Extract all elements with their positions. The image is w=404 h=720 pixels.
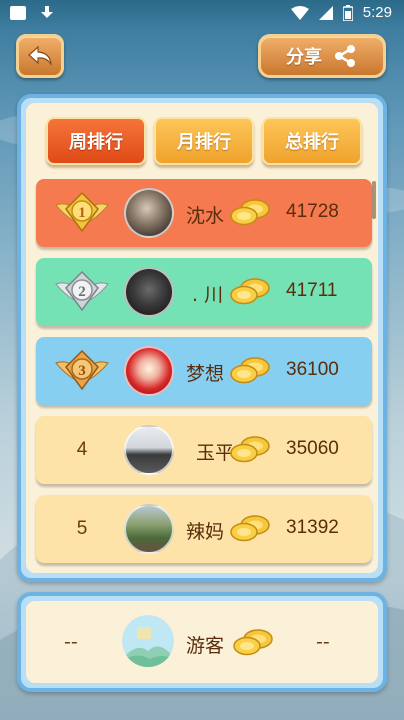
- player-score: 41711: [286, 280, 338, 301]
- rank-number: 4: [76, 439, 88, 460]
- ranking-row[interactable]: 3 梦想 36100: [36, 337, 372, 405]
- my-ranking-panel: -- 游客 --: [17, 592, 387, 692]
- notification-icon: [10, 6, 26, 20]
- download-icon: [40, 6, 54, 20]
- player-score: 36100: [286, 359, 339, 380]
- share-label: 分享: [286, 47, 322, 68]
- svg-text:1: 1: [78, 205, 86, 221]
- status-bar: 5:29: [0, 0, 404, 28]
- share-icon: [335, 45, 355, 67]
- avatar: [124, 267, 174, 317]
- my-score: --: [316, 631, 330, 653]
- leaderboard-panel: 周排行 月排行 总排行 1 沈水: [17, 94, 387, 582]
- ranking-row[interactable]: 2 ​ . 川 41711: [36, 258, 372, 326]
- player-score: 31392: [286, 517, 339, 538]
- ranking-list[interactable]: 1 沈水 41728: [36, 179, 372, 574]
- rank-number: 5: [76, 518, 88, 539]
- tab-overall[interactable]: 总排行: [262, 117, 362, 165]
- coin-icon: [230, 199, 270, 226]
- clock: 5:29: [362, 4, 392, 21]
- coin-icon: [230, 515, 270, 542]
- default-avatar-icon: [122, 615, 174, 667]
- avatar: [124, 346, 174, 396]
- player-score: 35060: [286, 438, 339, 459]
- my-rank: --: [64, 631, 78, 653]
- ranking-row[interactable]: 5 辣妈 31392: [36, 495, 372, 563]
- coin-icon: [230, 278, 270, 305]
- period-tabs: 周排行 月排行 总排行: [46, 117, 362, 165]
- battery-icon: [342, 4, 353, 21]
- coin-icon: [233, 629, 273, 656]
- coin-icon: [230, 436, 270, 463]
- bronze-medal-icon: 3: [55, 349, 109, 391]
- rank-badge: 2: [50, 258, 114, 326]
- cellular-icon: [318, 5, 333, 20]
- player-name: 沈水: [186, 205, 225, 227]
- gold-medal-icon: 1: [55, 191, 109, 233]
- svg-text:3: 3: [78, 363, 86, 379]
- scrollbar-thumb[interactable]: [372, 181, 376, 219]
- tab-monthly[interactable]: 月排行: [154, 117, 254, 165]
- player-score: 41728: [286, 201, 339, 222]
- avatar: [124, 425, 174, 475]
- tab-weekly[interactable]: 周排行: [46, 117, 146, 165]
- coin-icon: [230, 357, 270, 384]
- avatar: [122, 615, 174, 667]
- player-name: 梦想: [186, 363, 225, 385]
- svg-text:2: 2: [78, 284, 86, 300]
- rank-badge: 3: [50, 337, 114, 405]
- back-arrow-icon: [28, 45, 52, 67]
- wifi-icon: [290, 5, 309, 20]
- back-button[interactable]: [16, 34, 64, 78]
- share-button[interactable]: 分享: [258, 34, 386, 78]
- avatar: [124, 188, 174, 238]
- silver-medal-icon: 2: [55, 270, 109, 312]
- ranking-row[interactable]: 1 沈水 41728: [36, 179, 372, 247]
- avatar: [124, 504, 174, 554]
- player-name: 辣妈: [186, 521, 225, 543]
- ranking-row[interactable]: 4 玉平 35060: [36, 416, 372, 484]
- my-name: 游客: [186, 635, 225, 657]
- rank-badge: 1: [50, 179, 114, 247]
- player-name: ​ . 川: [186, 284, 224, 306]
